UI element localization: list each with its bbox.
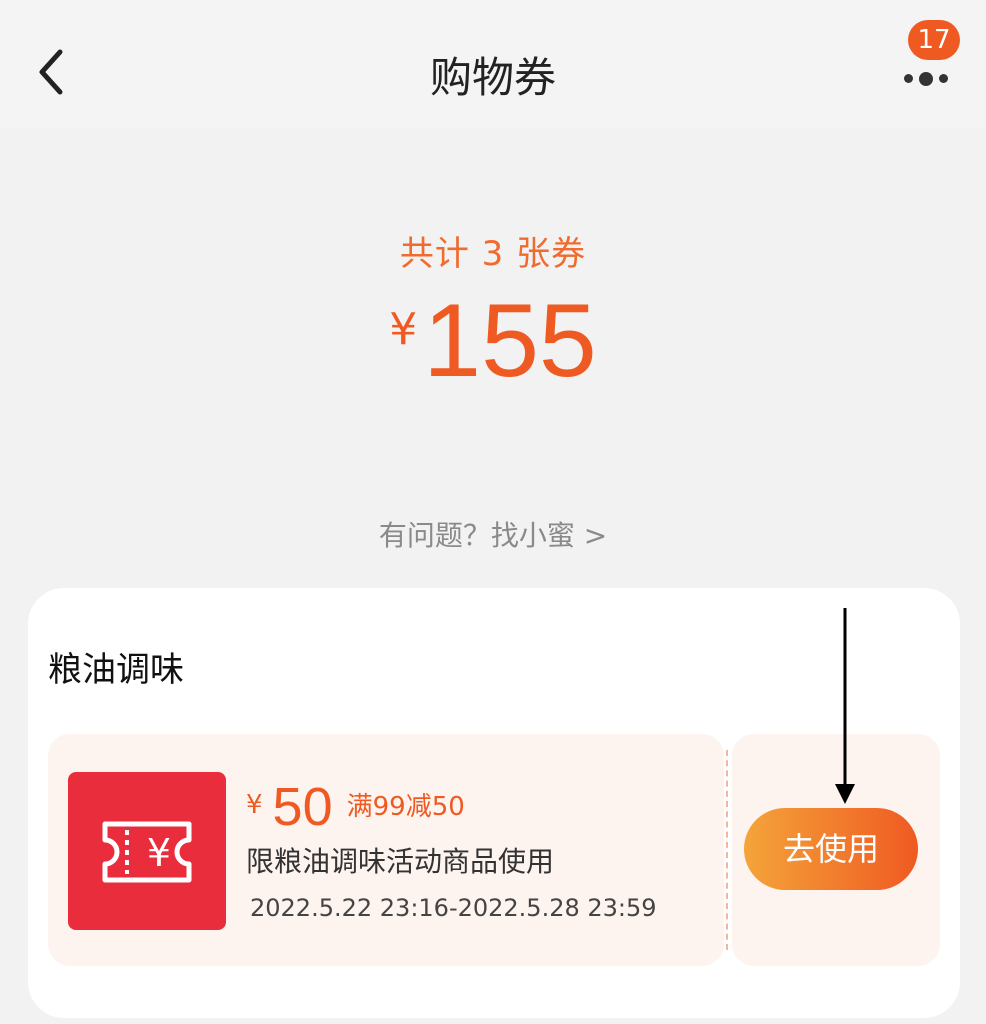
coupon-amount-row: ¥50 满99减50 [246, 776, 465, 838]
total-amount: ¥155 [0, 282, 986, 401]
coupon-currency: ¥ [246, 790, 263, 820]
coupon-count: 共计 3 张券 [399, 234, 587, 274]
coupon-info: ¥ ¥50 满99减50 限粮油调味活动商品使用 2022.5.22 23:16-… [48, 734, 724, 966]
down-arrow-indicator [835, 608, 855, 804]
total-value: 155 [423, 283, 597, 399]
nav-bar: 购物券 17 [0, 0, 986, 128]
coupon-amount: 50 [272, 777, 333, 837]
total-currency: ¥ [389, 304, 418, 355]
coupon-divider [726, 750, 728, 950]
category-title: 粮油调味 [48, 650, 184, 690]
use-coupon-button[interactable]: 去使用 [744, 808, 918, 890]
svg-text:¥: ¥ [147, 831, 171, 875]
help-link[interactable]: 有问题？找小蜜 > [0, 514, 986, 554]
coupon-validity: 2022.5.22 23:16-2022.5.28 23:59 [250, 894, 657, 922]
more-dots-icon [904, 68, 948, 87]
notification-badge: 17 [908, 20, 960, 60]
page-title: 购物券 [429, 53, 556, 102]
coupon-category-card: 粮油调味 ¥ ¥50 满99减50 限粮油调味活动商品使用 2022.5.22 2… [28, 588, 960, 1018]
coupon-description: 限粮油调味活动商品使用 [246, 845, 555, 878]
coupon-icon-box: ¥ [68, 772, 226, 930]
ticket-yen-icon: ¥ [102, 821, 192, 883]
more-button[interactable]: 17 [892, 16, 972, 96]
coupon-condition: 满99减50 [346, 792, 465, 822]
